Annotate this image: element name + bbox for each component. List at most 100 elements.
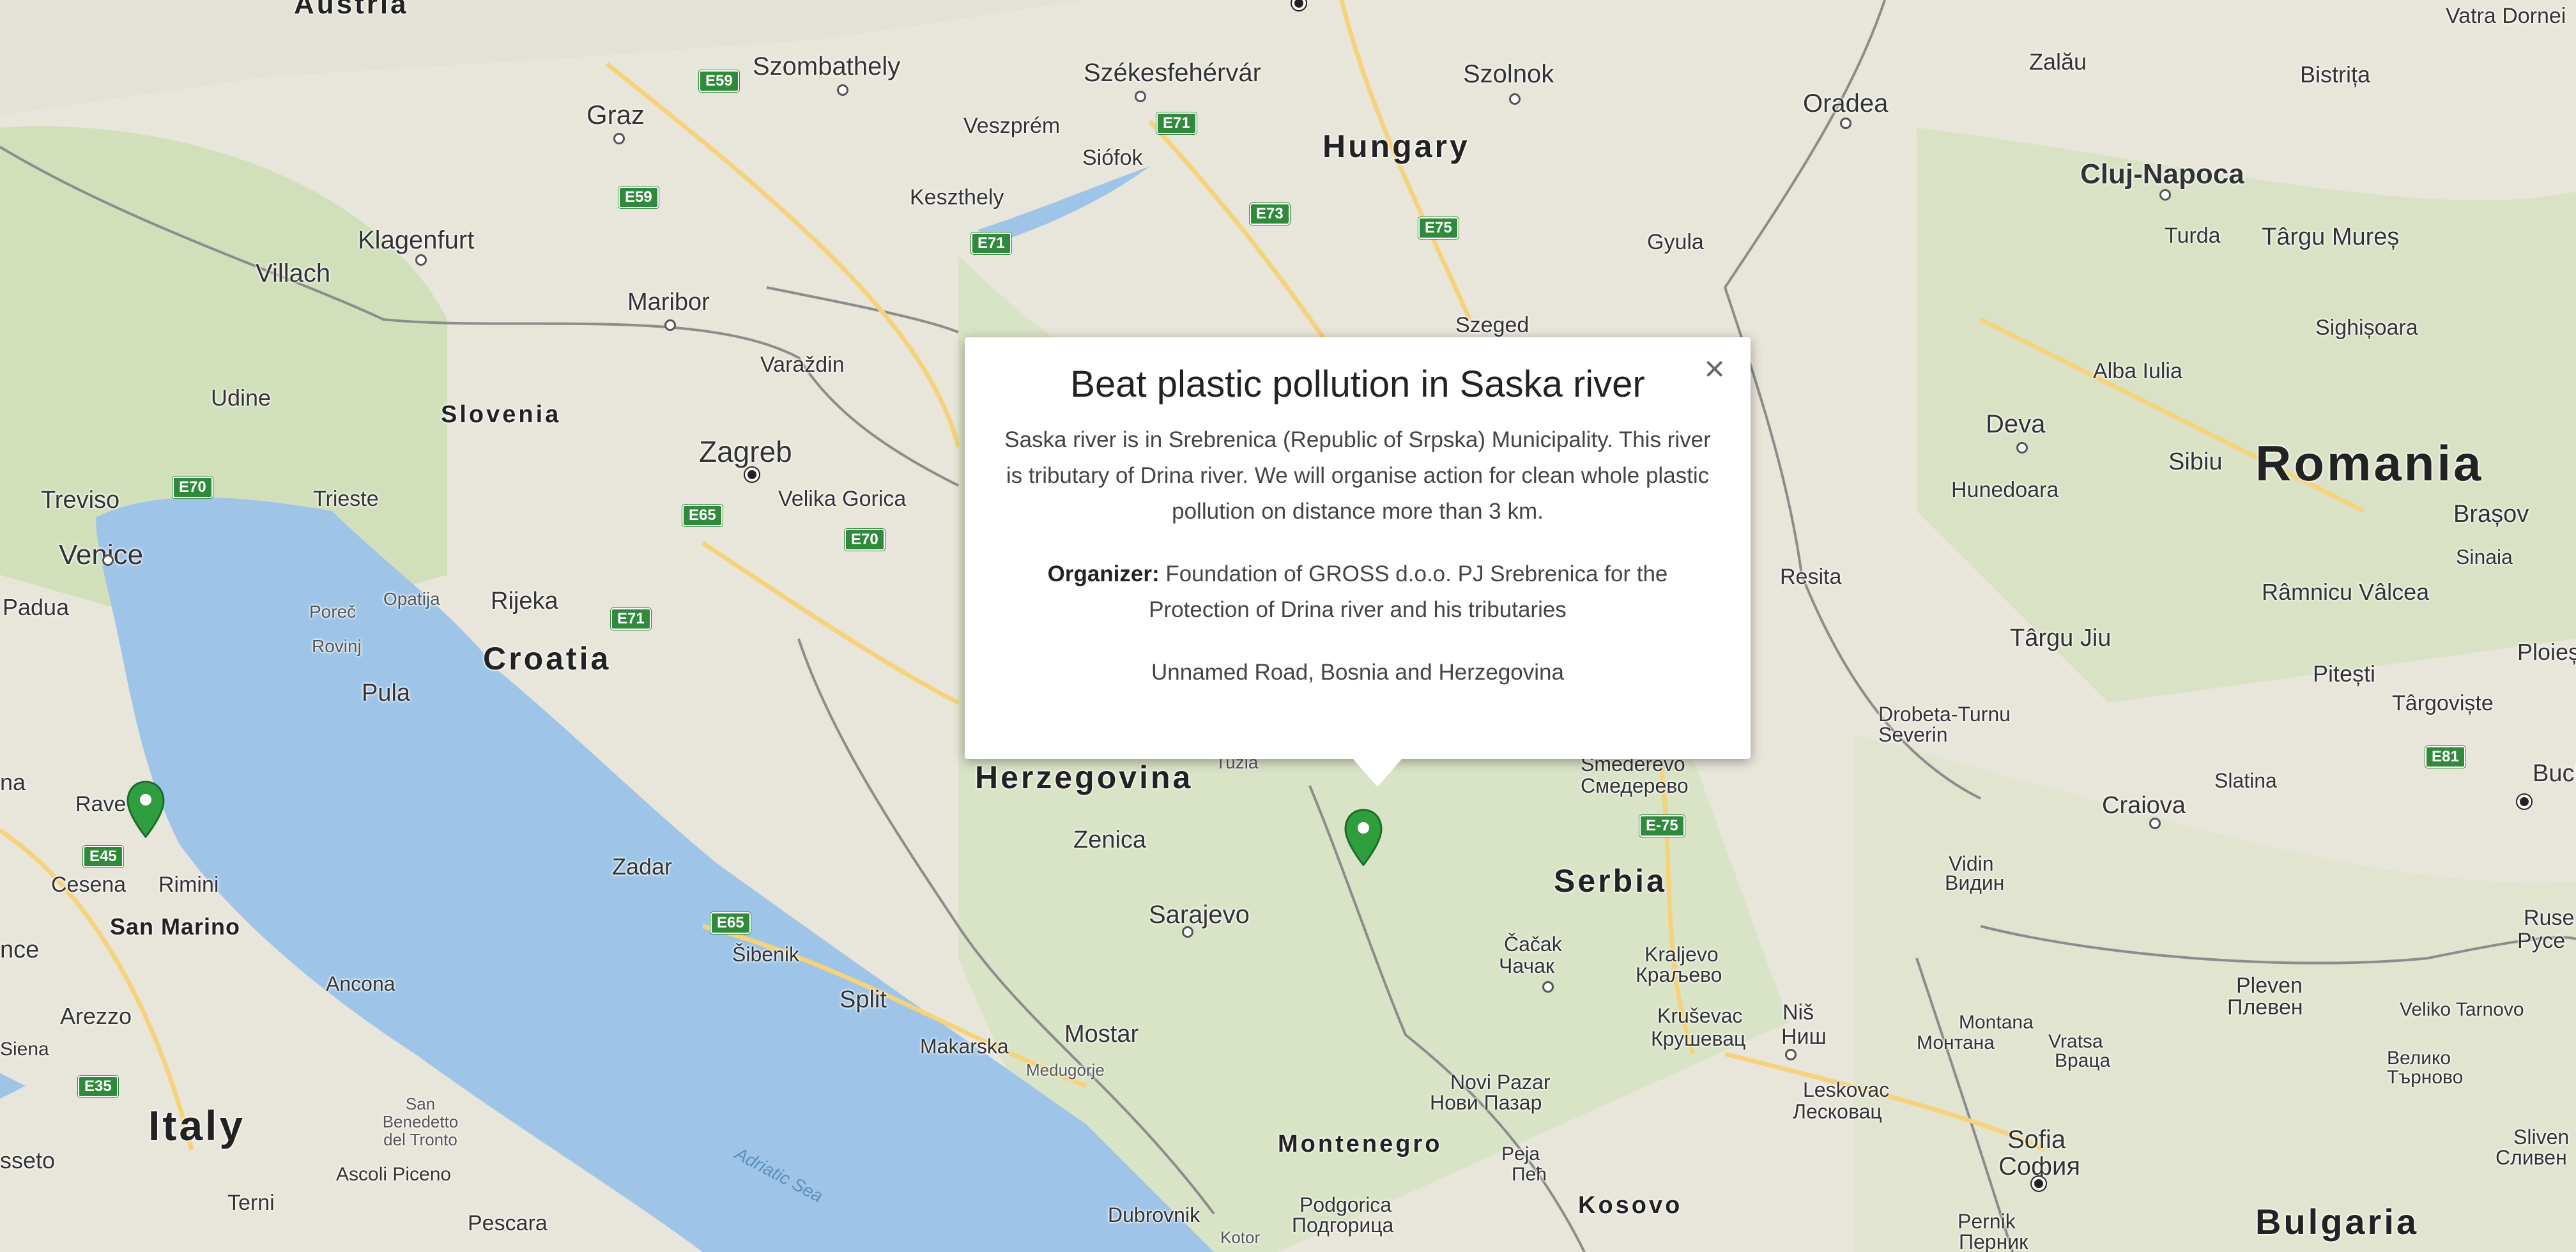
- capital-dot-bucharest: [2517, 795, 2531, 809]
- city-label-brasov: Brașov: [2453, 501, 2529, 528]
- city-label-makarska: Makarska: [920, 1035, 1009, 1058]
- info-window-description: Saska river is in Srebrenica (Republic o…: [1004, 427, 1711, 524]
- country-label-san-marino: San Marino: [110, 913, 241, 940]
- info-window-pointer: [1352, 758, 1403, 787]
- city-label-krusevac: Kruševac: [1657, 1004, 1743, 1027]
- city-dot: [2149, 818, 2161, 829]
- city-label-padua: Padua: [3, 594, 70, 620]
- city-label-turda: Turda: [2165, 224, 2221, 248]
- city-label-vratsa: Vratsa: [2048, 1031, 2103, 1052]
- road-shield: E73: [1250, 203, 1290, 225]
- road-shield: E65: [710, 912, 751, 934]
- road-shield: E45: [83, 846, 123, 867]
- city-label-krusevac-cyr: Крушевац: [1651, 1027, 1746, 1050]
- city-label-cesena: Cesena: [51, 873, 126, 897]
- road-shield: E75: [1418, 217, 1459, 239]
- city-label-zadar: Zadar: [612, 853, 673, 880]
- city-label-szombathely: Szombathely: [753, 52, 901, 80]
- city-label-kotor: Kotor: [1220, 1228, 1261, 1247]
- city-label-san-benedetto: San Benedetto del Tronto: [382, 1094, 459, 1149]
- city-label-keszthely: Keszthely: [910, 185, 1004, 210]
- city-label-medugorje: Medugorje: [1026, 1060, 1105, 1080]
- city-label-sinaia: Sinaia: [2456, 546, 2513, 569]
- city-label-montana-cyr: Монтана: [1917, 1032, 1995, 1053]
- city-label-zalau: Zalău: [2029, 49, 2087, 75]
- city-label-sibiu: Sibiu: [2168, 448, 2223, 475]
- city-label-montana: Montana: [1959, 1012, 2034, 1033]
- city-label-ravenna-fragment: na: [0, 769, 26, 795]
- city-label-maribor: Maribor: [627, 289, 710, 316]
- city-label-venice: Venice: [59, 539, 144, 570]
- country-label-hungary: Hungary: [1322, 128, 1470, 164]
- city-label-velika-gorica: Velika Gorica: [778, 487, 907, 511]
- city-label-zenica: Zenica: [1073, 827, 1147, 853]
- city-label-split: Split: [839, 986, 887, 1013]
- city-label-novi-pazar-cyr: Нови Пазар: [1430, 1091, 1542, 1114]
- city-label-nis-cyr: Ниш: [1781, 1025, 1827, 1049]
- organizer-label: Organizer:: [1047, 561, 1160, 586]
- capital-dot-zagreb: [745, 468, 759, 482]
- city-label-leskovac-cyr: Лесковац: [1793, 1100, 1882, 1123]
- city-label-leskovac: Leskovac: [1803, 1078, 1890, 1101]
- map-canvas[interactable]: Austria Hungary Slovenia Croatia Romania…: [0, 0, 2576, 1252]
- info-window-address: Unnamed Road, Bosnia and Herzegovina: [1151, 660, 1564, 685]
- city-label-rovinj: Rovinj: [312, 636, 362, 656]
- city-dot: [102, 554, 114, 566]
- city-label-ruse: Ruse: [2524, 906, 2575, 930]
- country-label-croatia: Croatia: [483, 641, 611, 676]
- road-shield: E59: [699, 70, 739, 92]
- country-label-italy: Italy: [148, 1102, 246, 1149]
- city-label-terni: Terni: [227, 1191, 275, 1215]
- city-label-peja: Peja: [1501, 1143, 1540, 1164]
- city-dot: [415, 254, 427, 266]
- country-label-montenegro: Montenegro: [1278, 1131, 1443, 1157]
- country-label-slovenia: Slovenia: [441, 401, 562, 428]
- city-label-grosseto: sseto: [0, 1147, 56, 1173]
- city-label-hunedoara: Hunedoara: [1951, 478, 2059, 502]
- city-label-veliko-tarnovo: Veliko Tarnovo: [2400, 999, 2524, 1020]
- city-label-pleven-cyr: Плевен: [2227, 995, 2303, 1019]
- city-dot: [1840, 118, 1851, 129]
- city-label-udine: Udine: [211, 385, 272, 411]
- country-label-kosovo: Kosovo: [1578, 1192, 1683, 1219]
- road-shield: E70: [845, 529, 885, 551]
- city-label-craiova: Craiova: [2102, 792, 2186, 819]
- road-shield: E71: [971, 233, 1011, 254]
- road-shield: E65: [682, 505, 723, 526]
- map-marker-italy-coast[interactable]: [125, 781, 166, 839]
- city-label-deva: Deva: [1986, 410, 2046, 438]
- city-label-ascoli: Ascoli Piceno: [336, 1164, 452, 1185]
- city-label-siofok: Siófok: [1082, 146, 1143, 170]
- city-label-smederevo-cyr: Смедерево: [1581, 774, 1689, 797]
- city-label-pula: Pula: [362, 680, 411, 706]
- city-label-pernik-cyr: Перник: [1959, 1230, 2028, 1252]
- info-window: × Beat plastic pollution in Saska river …: [965, 337, 1751, 787]
- city-label-targu-mures: Târgu Mureș: [2262, 224, 2400, 250]
- map-marker-saska-river[interactable]: [1343, 809, 1384, 867]
- city-label-rimini: Rimini: [158, 873, 219, 897]
- close-icon[interactable]: ×: [1704, 347, 1725, 389]
- organizer-value: Foundation of GROSS d.o.o. PJ Srebrenica…: [1149, 561, 1668, 622]
- city-label-nis: Niš: [1782, 1000, 1814, 1025]
- road-shield: E71: [1156, 112, 1197, 134]
- city-label-szolnok: Szolnok: [1463, 60, 1554, 88]
- city-label-sliven-cyr: Сливен: [2496, 1146, 2567, 1169]
- city-label-treviso: Treviso: [41, 487, 120, 514]
- road-shield: E-75: [1639, 815, 1685, 837]
- city-label-sofia: Sofia: [2007, 1126, 2066, 1154]
- city-label-ruse-cyr: Русе: [2517, 929, 2566, 953]
- city-label-vatra-dornei: Vatra Dornei: [2446, 4, 2566, 28]
- city-label-ancona: Ancona: [326, 972, 395, 995]
- city-label-mostar: Mostar: [1064, 1021, 1139, 1048]
- city-label-varazdin: Varaždin: [760, 353, 845, 377]
- city-label-siena: Siena: [0, 1039, 49, 1060]
- road-shield: E70: [172, 477, 213, 498]
- city-label-cacak-cyr: Чачак: [1499, 954, 1554, 977]
- city-label-kraljevo-cyr: Краљево: [1636, 963, 1722, 986]
- city-dot: [1182, 926, 1193, 938]
- city-label-klagenfurt: Klagenfurt: [358, 226, 475, 254]
- city-label-florence: nce: [0, 936, 40, 963]
- city-label-sarajevo: Sarajevo: [1149, 901, 1250, 929]
- city-label-pitesti: Pitești: [2313, 660, 2376, 687]
- country-label-austria: Austria: [294, 0, 409, 20]
